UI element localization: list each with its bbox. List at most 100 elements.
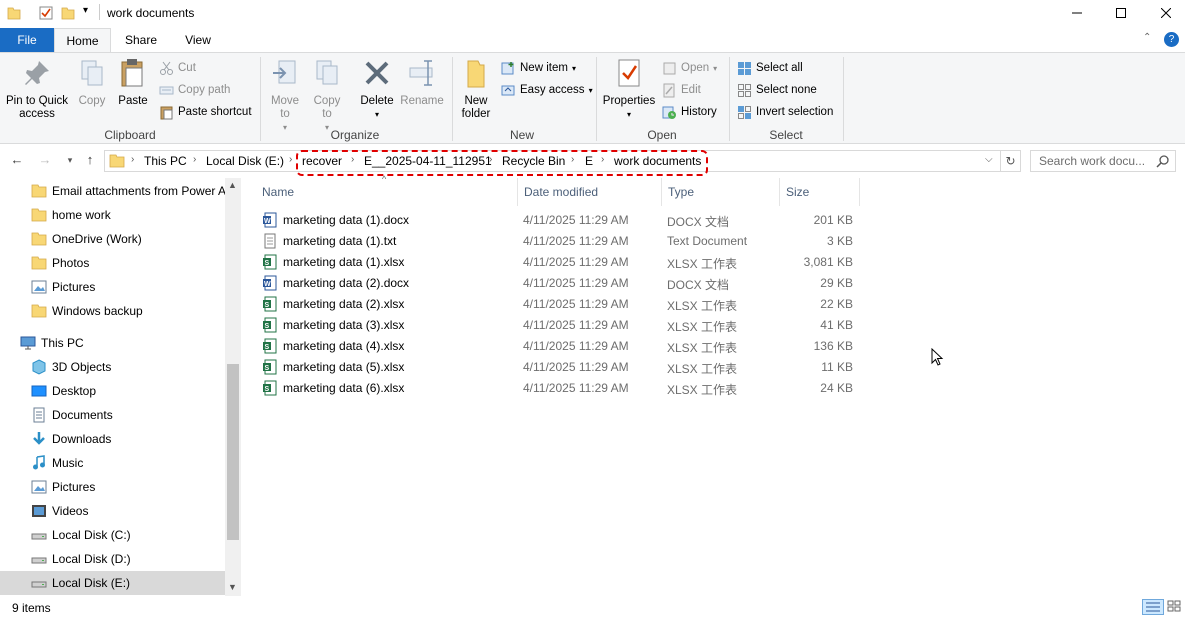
easy-access-button[interactable]: Easy access ▾ <box>501 81 593 99</box>
large-icons-view-button[interactable] <box>1166 599 1184 615</box>
scroll-down-icon[interactable]: ▼ <box>228 582 237 592</box>
refresh-button[interactable]: ↻ <box>1001 150 1021 172</box>
sidebar-item-documents[interactable]: Documents <box>0 403 225 427</box>
new-folder-icon[interactable] <box>61 6 75 20</box>
file-type: XLSX 工作表 <box>667 257 738 271</box>
copy-button[interactable]: Copy <box>74 57 110 108</box>
sidebar-item-label: Documents <box>52 408 113 422</box>
edit-button[interactable]: Edit <box>662 81 701 99</box>
address-dropdown-icon[interactable]: ⌵ <box>985 154 993 165</box>
sidebar-item-this-pc[interactable]: This PC <box>0 331 225 355</box>
desktop-icon <box>31 385 47 397</box>
new-item-button[interactable]: New item ▾ <box>501 59 576 77</box>
qat-dropdown-icon[interactable]: ▾ <box>83 5 88 16</box>
forward-arrow-icon[interactable]: → <box>37 152 53 168</box>
search-input[interactable]: Search work docu... <box>1030 150 1176 172</box>
move-to-button[interactable]: Move to ▾ <box>266 57 304 134</box>
sidebar-item-photos[interactable]: Photos <box>0 251 225 275</box>
file-row[interactable]: Smarketing data (1).xlsx 4/11/2025 11:29 … <box>256 252 860 273</box>
tab-home[interactable]: Home <box>54 28 111 53</box>
file-list: Name ^ Date modified Type Size Wmarketin… <box>256 174 1185 596</box>
recent-locations-icon[interactable]: ▾ <box>62 152 78 168</box>
file-size: 3 KB <box>826 234 853 248</box>
delete-button[interactable]: Delete ▾ <box>357 57 397 121</box>
file-row[interactable]: Smarketing data (3).xlsx 4/11/2025 11:29 … <box>256 315 860 336</box>
file-type: XLSX 工作表 <box>667 299 738 313</box>
history-button[interactable]: History <box>662 103 717 121</box>
column-header-type[interactable]: Type <box>662 178 780 206</box>
file-row[interactable]: Smarketing data (6).xlsx 4/11/2025 11:29 … <box>256 378 860 399</box>
breadcrumb-local-disk-e[interactable]: Local Disk (E:) <box>206 154 284 168</box>
tab-file[interactable]: File <box>0 28 54 52</box>
folder-icon <box>31 232 47 246</box>
close-button[interactable] <box>1143 0 1185 26</box>
scroll-up-icon[interactable]: ▲ <box>228 180 237 190</box>
3d-objects-icon <box>32 359 46 375</box>
rename-label: Rename <box>400 95 444 107</box>
up-arrow-icon[interactable]: ↑ <box>82 152 98 168</box>
file-row[interactable]: marketing data (1).txt 4/11/2025 11:29 AM… <box>256 231 860 252</box>
downloads-icon <box>33 432 45 445</box>
file-row[interactable]: Smarketing data (2).xlsx 4/11/2025 11:29 … <box>256 294 860 315</box>
sidebar-item-music[interactable]: Music <box>0 451 225 475</box>
back-arrow-icon[interactable]: ← <box>9 152 25 168</box>
sidebar-item-email-attachments-from-power-a[interactable]: Email attachments from Power A <box>0 179 225 203</box>
paste-shortcut-button[interactable]: Paste shortcut <box>159 103 252 121</box>
sidebar-item-desktop[interactable]: Desktop <box>0 379 225 403</box>
column-header-size[interactable]: Size <box>780 178 860 206</box>
sidebar-item-downloads[interactable]: Downloads <box>0 427 225 451</box>
paste-button[interactable]: Paste <box>115 57 151 108</box>
sidebar-item-3d-objects[interactable]: 3D Objects <box>0 355 225 379</box>
nav-scrollbar[interactable]: ▲ ▼ <box>225 178 241 596</box>
tab-view[interactable]: View <box>170 28 226 52</box>
breadcrumb-separator: › <box>193 154 197 165</box>
sidebar-item-pictures[interactable]: Pictures <box>0 275 225 299</box>
sidebar-item-local-disk-e[interactable]: Local Disk (E:) <box>0 571 225 595</box>
column-header-name[interactable]: Name <box>256 178 518 206</box>
collapse-ribbon-icon[interactable]: ⌃ <box>1143 32 1151 43</box>
pin-to-quick-access-button[interactable]: Pin to Quick access <box>4 57 70 121</box>
sidebar-item-windows-backup[interactable]: Windows backup <box>0 299 225 323</box>
move-to-dropdown-icon: ▾ <box>282 123 287 132</box>
details-view-button[interactable] <box>1142 599 1164 615</box>
item-count: 9 items <box>12 601 51 615</box>
sidebar-item-local-disk-c[interactable]: Local Disk (C:) <box>0 523 225 547</box>
sidebar-item-pictures[interactable]: Pictures <box>0 475 225 499</box>
svg-text:S: S <box>265 386 270 393</box>
word-icon: W <box>263 275 277 291</box>
maximize-button[interactable] <box>1098 0 1144 26</box>
sidebar-item-onedrive-work[interactable]: OneDrive (Work) <box>0 227 225 251</box>
tab-share[interactable]: Share <box>113 28 169 52</box>
paste-shortcut-label: Paste shortcut <box>178 106 252 118</box>
open-button[interactable]: Open ▾ <box>662 59 717 77</box>
select-all-button[interactable]: Select all <box>737 59 803 77</box>
file-type: XLSX 工作表 <box>667 362 738 376</box>
cut-button[interactable]: Cut <box>159 59 196 77</box>
column-header-date[interactable]: Date modified <box>518 178 662 206</box>
title-divider <box>99 4 100 20</box>
sidebar-item-home-work[interactable]: home work <box>0 203 225 227</box>
nav-scroll-thumb[interactable] <box>227 364 239 540</box>
file-row[interactable]: Smarketing data (4).xlsx 4/11/2025 11:29 … <box>256 336 860 357</box>
sidebar-item-local-disk-d[interactable]: Local Disk (D:) <box>0 547 225 571</box>
mouse-cursor-icon <box>931 348 944 366</box>
folder-icon[interactable] <box>7 6 21 20</box>
invert-selection-button[interactable]: Invert selection <box>737 103 833 121</box>
breadcrumb-this-pc[interactable]: This PC <box>144 154 187 168</box>
sidebar-item-videos[interactable]: Videos <box>0 499 225 523</box>
file-row[interactable]: Smarketing data (5).xlsx 4/11/2025 11:29 … <box>256 357 860 378</box>
file-type: XLSX 工作表 <box>667 383 738 397</box>
file-row[interactable]: Wmarketing data (1).docx 4/11/2025 11:29 … <box>256 210 860 231</box>
properties-check-icon[interactable] <box>39 6 53 20</box>
file-row[interactable]: Wmarketing data (2).docx 4/11/2025 11:29 … <box>256 273 860 294</box>
new-folder-button[interactable]: New folder <box>456 57 496 121</box>
help-icon[interactable]: ? <box>1164 32 1179 47</box>
select-none-button[interactable]: Select none <box>737 81 817 99</box>
rename-button[interactable]: Rename <box>400 57 444 108</box>
properties-button[interactable]: Properties ▾ <box>601 57 657 121</box>
minimize-button[interactable] <box>1054 0 1100 26</box>
word-icon: W <box>263 212 277 228</box>
edit-icon <box>663 83 675 97</box>
copy-to-button[interactable]: Copy to ▾ <box>308 57 346 134</box>
copy-path-button[interactable]: Copy path <box>159 81 230 99</box>
